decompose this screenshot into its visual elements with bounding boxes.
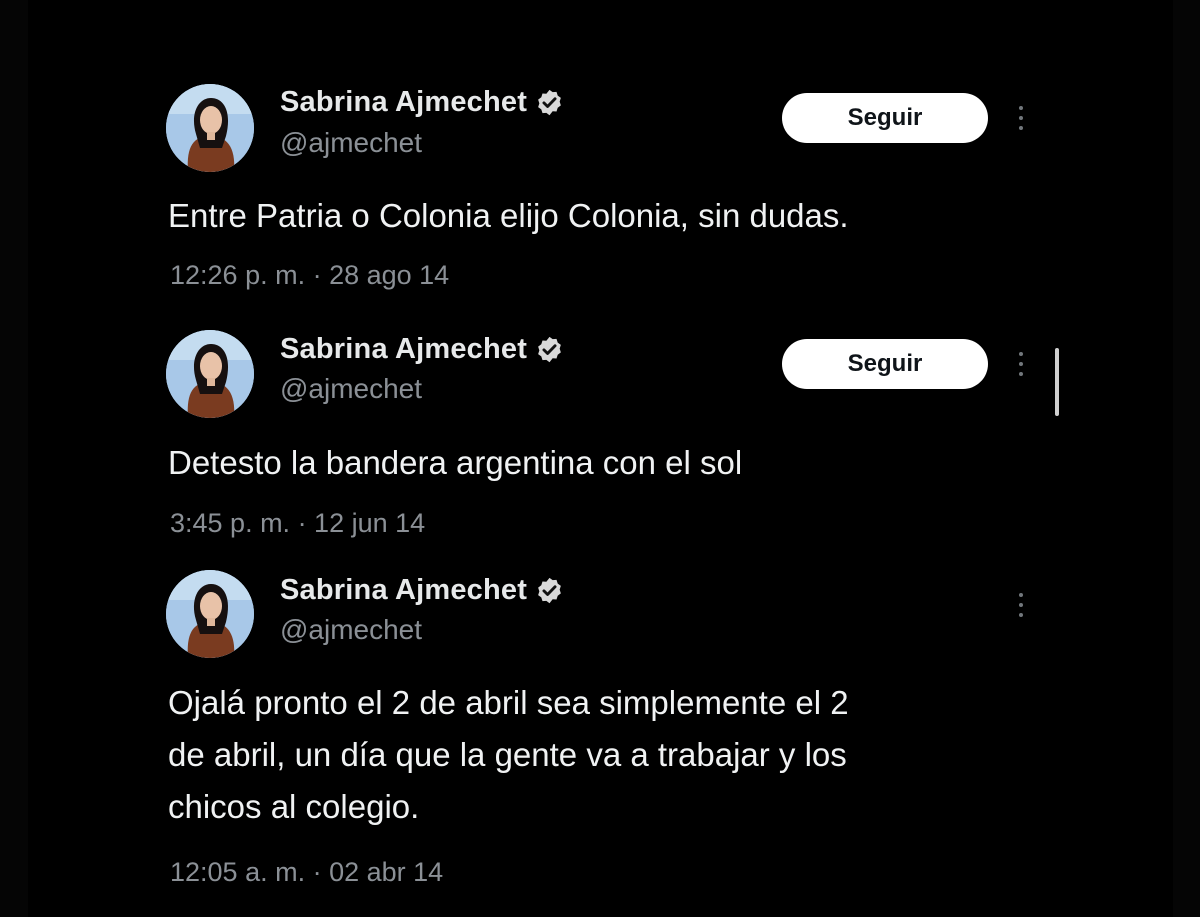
verified-badge-icon [538, 89, 561, 115]
scrollbar[interactable] [1055, 348, 1059, 416]
follow-button[interactable]: Seguir [782, 339, 988, 389]
verified-badge-icon [538, 336, 561, 362]
author-line: Sabrina Ajmechet [280, 332, 564, 366]
author-name[interactable]: Sabrina Ajmechet [280, 86, 527, 119]
avatar[interactable] [166, 570, 254, 658]
author-handle[interactable]: @ajmechet [280, 373, 422, 405]
author-line: Sabrina Ajmechet [280, 573, 564, 607]
follow-button[interactable]: Seguir [782, 93, 988, 143]
avatar-image [166, 570, 254, 658]
avatar[interactable] [166, 84, 254, 172]
tweet-timestamp[interactable]: 12:05 a. m. · 02 abr 14 [170, 857, 443, 888]
more-options-icon[interactable] [1010, 585, 1032, 625]
author-handle[interactable]: @ajmechet [280, 614, 422, 646]
tweet-text-line: chicos al colegio. [168, 788, 420, 825]
avatar-image [166, 84, 254, 172]
tweet-text: Ojalá pronto el 2 de abril sea simplemen… [168, 677, 1068, 833]
tweet-text-line: Ojalá pronto el 2 de abril sea simplemen… [168, 684, 849, 721]
author-handle[interactable]: @ajmechet [280, 127, 422, 159]
tweet-timestamp[interactable]: 12:26 p. m. · 28 ago 14 [170, 260, 449, 291]
tweet-text-line: de abril, un día que la gente va a traba… [168, 736, 847, 773]
more-options-icon[interactable] [1010, 344, 1032, 384]
author-name[interactable]: Sabrina Ajmechet [280, 333, 527, 366]
tweet-text: Entre Patria o Colonia elijo Colonia, si… [168, 197, 849, 234]
verified-badge-icon [538, 577, 561, 603]
avatar-image [166, 330, 254, 418]
tweet-text: Detesto la bandera argentina con el sol [168, 444, 743, 481]
tweet-timestamp[interactable]: 3:45 p. m. · 12 jun 14 [170, 508, 425, 539]
tweet-screenshot: Sabrina Ajmechet @ajmechet Seguir Entre … [28, 0, 1173, 917]
more-options-icon[interactable] [1010, 98, 1032, 138]
author-line: Sabrina Ajmechet [280, 85, 564, 119]
author-name[interactable]: Sabrina Ajmechet [280, 574, 527, 607]
avatar[interactable] [166, 330, 254, 418]
